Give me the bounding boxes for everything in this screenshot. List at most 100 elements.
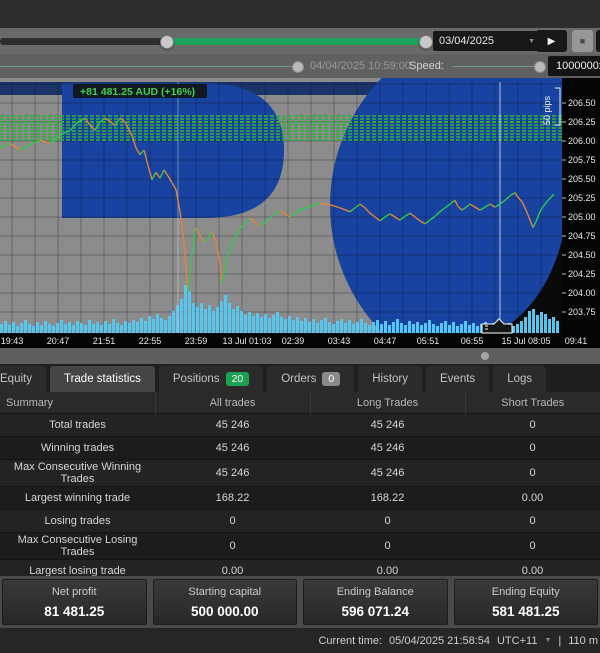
timeline-progress-fill — [166, 38, 425, 45]
svg-text:13 Jul 01:03: 13 Jul 01:03 — [222, 336, 271, 346]
svg-text:04:47: 04:47 — [374, 336, 397, 346]
svg-text:206.50: 206.50 — [568, 98, 596, 108]
stat-value: 0 — [465, 533, 600, 560]
tab-history[interactable]: History — [358, 366, 422, 392]
status-separator: | — [558, 635, 561, 647]
svg-text:205.00: 205.00 — [568, 212, 596, 222]
table-row: Largest winning trade168.22168.220.00 — [0, 487, 600, 510]
table-row: Total trades45 24645 2460 — [0, 414, 600, 437]
table-row: Winning trades45 24645 2460 — [0, 437, 600, 460]
svg-text:204.25: 204.25 — [568, 269, 596, 279]
timeline-start-handle[interactable] — [160, 35, 174, 49]
ending-equity-card: Ending Equity 581 481.25 — [454, 579, 599, 625]
svg-text:20:47: 20:47 — [47, 336, 70, 346]
stat-value: 0 — [155, 533, 310, 560]
stat-value: 0 — [465, 414, 600, 437]
test-date-select[interactable]: 03/04/2025 ▼ — [433, 31, 541, 51]
test-date-value: 03/04/2025 — [439, 35, 494, 47]
summary-footer: Net profit 81 481.25 Starting capital 50… — [0, 576, 600, 628]
window-top-bar — [0, 0, 600, 29]
tab-positions[interactable]: Positions20 — [159, 366, 263, 392]
positions-count-badge: 20 — [226, 372, 250, 386]
tab-equity[interactable]: Equity — [0, 366, 46, 392]
latency-value: 110 m — [568, 635, 598, 647]
svg-text:50 pips: 50 pips — [542, 95, 552, 125]
stop-button[interactable]: ■ — [572, 30, 593, 52]
stat-value: 45 246 — [155, 414, 310, 437]
tab-events[interactable]: Events — [426, 366, 489, 392]
stat-value: 0 — [155, 510, 310, 533]
profit-tooltip: +81 481.25 AUD (+16%) — [73, 84, 207, 98]
svg-text:206.25: 206.25 — [568, 117, 596, 127]
price-chart[interactable]: +81 481.25 AUD (+16%) 50 pips 206.50 206.25… — [0, 78, 600, 348]
table-header-row: Summary All trades Long Trades Short Tra… — [0, 392, 600, 414]
svg-text:02:39: 02:39 — [282, 336, 305, 346]
stat-value: 45 246 — [155, 437, 310, 460]
trade-statistics-table: Summary All trades Long Trades Short Tra… — [0, 392, 600, 605]
svg-text:204.50: 204.50 — [568, 250, 596, 260]
stat-label: Max Consecutive Losing Trades — [0, 533, 155, 560]
svg-text:23:59: 23:59 — [185, 336, 208, 346]
tab-orders[interactable]: Orders0 — [267, 366, 354, 392]
stat-value: 168.22 — [155, 487, 310, 510]
tab-logs[interactable]: Logs — [493, 366, 546, 392]
svg-text:204.75: 204.75 — [568, 231, 596, 241]
play-button[interactable]: ▶ — [536, 30, 567, 52]
chevron-down-icon: ▼ — [528, 38, 535, 45]
stat-value: 0 — [465, 510, 600, 533]
table-row: Max Consecutive Losing Trades000 — [0, 533, 600, 560]
svg-text:06:55: 06:55 — [461, 336, 484, 346]
svg-text:05:51: 05:51 — [417, 336, 440, 346]
chevron-down-icon: ▼ — [544, 637, 551, 644]
timeline-position-handle[interactable] — [419, 35, 433, 49]
svg-text:206.00: 206.00 — [568, 136, 596, 146]
stat-value: 0 — [310, 510, 465, 533]
stat-label: Winning trades — [0, 437, 155, 460]
tab-trade-statistics[interactable]: Trade statistics — [50, 366, 155, 392]
stat-label: Total trades — [0, 414, 155, 437]
chart-scrollbar-thumb[interactable] — [481, 352, 489, 360]
svg-text:205.50: 205.50 — [568, 174, 596, 184]
svg-text:19:43: 19:43 — [1, 336, 24, 346]
speed-label: Speed: — [409, 60, 444, 72]
net-profit-card: Net profit 81 481.25 — [2, 579, 147, 625]
status-bar: Current time: 05/04/2025 21:58:54 UTC+11… — [0, 628, 600, 653]
svg-text:+81 481.25 AUD (+16%): +81 481.25 AUD (+16%) — [80, 86, 195, 98]
svg-text:15 Jul 08:05: 15 Jul 08:05 — [501, 336, 550, 346]
time-progress-handle[interactable] — [292, 61, 304, 73]
time-axis: 19:4320:4721:5122:5523:5913 Jul 01:0302:… — [0, 333, 600, 348]
starting-capital-card: Starting capital 500 000.00 — [153, 579, 298, 625]
svg-text:03:43: 03:43 — [328, 336, 351, 346]
speed-toolbar: 04/04/2025 10:59:00 Speed: 1000000x — [0, 54, 600, 78]
stat-value: 0.00 — [465, 487, 600, 510]
stat-value: 168.22 — [310, 487, 465, 510]
svg-text:22:55: 22:55 — [139, 336, 162, 346]
play-icon: ▶ — [548, 36, 556, 47]
svg-text:203.75: 203.75 — [568, 307, 596, 317]
svg-text:204.00: 204.00 — [568, 288, 596, 298]
chart-scrollbar[interactable] — [0, 348, 600, 364]
svg-text:205.25: 205.25 — [568, 193, 596, 203]
stat-value: 0 — [465, 460, 600, 487]
table-row: Max Consecutive Winning Trades45 24645 2… — [0, 460, 600, 487]
speed-slider-track[interactable] — [452, 66, 540, 67]
speed-value: 1000000x — [548, 56, 600, 76]
stat-label: Largest winning trade — [0, 487, 155, 510]
stop-icon: ■ — [580, 36, 585, 46]
svg-text:205.75: 205.75 — [568, 155, 596, 165]
stat-value: 0 — [310, 533, 465, 560]
stat-value: 45 246 — [155, 460, 310, 487]
current-time-label: Current time: — [318, 635, 382, 647]
bottom-panel-tabs: Equity Trade statistics Positions20 Orde… — [0, 364, 600, 392]
price-chart-canvas[interactable]: +81 481.25 AUD (+16%) 50 pips 206.50 206.25… — [0, 78, 600, 348]
calendar-button-partial[interactable] — [596, 30, 600, 52]
stat-value: 0 — [465, 437, 600, 460]
timezone-dropdown[interactable]: UTC+11 — [497, 635, 537, 647]
col-summary: Summary — [0, 392, 155, 414]
ending-balance-card: Ending Balance 596 071.24 — [303, 579, 448, 625]
playback-toolbar: 03/04/2025 ▼ ▶ ■ — [0, 28, 600, 54]
price-axis: 206.50 206.25 206.00 205.75 205.50 205.25 205.… — [562, 78, 600, 348]
stat-label: Losing trades — [0, 510, 155, 533]
stat-value: 45 246 — [310, 460, 465, 487]
speed-slider-handle[interactable] — [534, 61, 546, 73]
